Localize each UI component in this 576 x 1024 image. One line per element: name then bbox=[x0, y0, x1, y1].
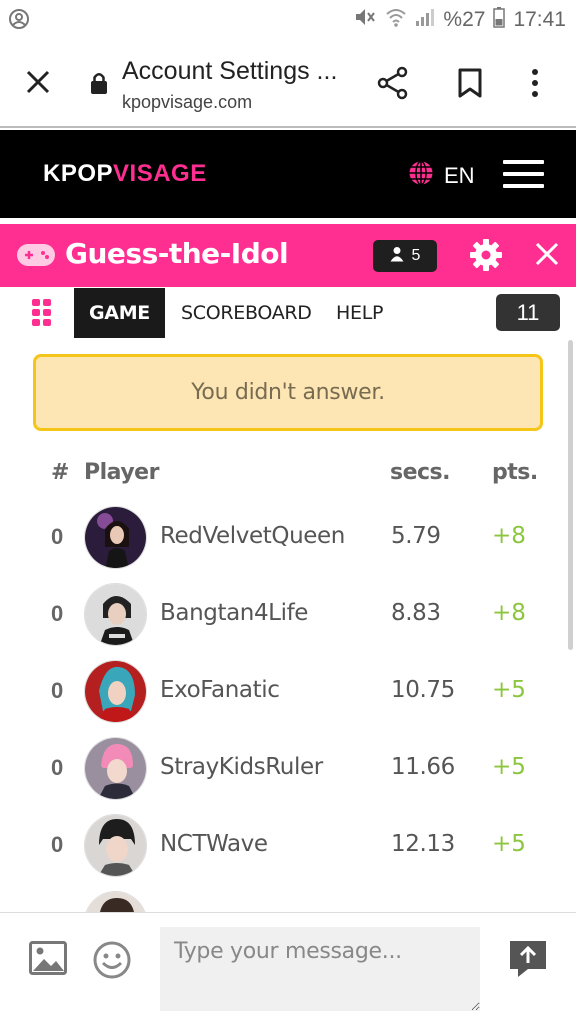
game-title: Guess-the-Idol bbox=[65, 237, 289, 270]
tab-game[interactable]: GAME bbox=[74, 288, 165, 338]
globe-icon bbox=[408, 160, 434, 192]
chat-message-input[interactable] bbox=[160, 927, 480, 1011]
account-circle-icon bbox=[8, 8, 30, 35]
player-points: +5 bbox=[492, 754, 526, 780]
scoreboard-row: 0 RedVelvetQueen 5.79 +8 bbox=[0, 503, 576, 573]
column-header-rank: # bbox=[51, 460, 69, 485]
column-header-pts: pts. bbox=[492, 460, 538, 485]
gamepad-icon bbox=[16, 242, 56, 273]
send-message-icon[interactable] bbox=[508, 939, 548, 984]
column-header-player: Player bbox=[84, 460, 159, 485]
player-points: +5 bbox=[492, 831, 526, 857]
answer-status-banner: You didn't answer. bbox=[33, 354, 543, 431]
page-url[interactable]: kpopvisage.com bbox=[122, 92, 252, 113]
page-title: Account Settings ... bbox=[122, 57, 338, 85]
status-bar: %27 17:41 bbox=[0, 0, 576, 40]
scoreboard-row: 0 StrayKidsRuler 11.66 +5 bbox=[0, 734, 576, 804]
player-time: 5.79 bbox=[391, 523, 441, 549]
player-rank: 0 bbox=[51, 832, 64, 857]
player-time: 8.83 bbox=[391, 600, 441, 626]
battery-icon bbox=[493, 6, 506, 34]
player-points: +5 bbox=[492, 677, 526, 703]
site-logo[interactable]: KPOPVISAGE bbox=[43, 160, 207, 188]
player-points: +8 bbox=[492, 600, 526, 626]
player-name: NCTWave bbox=[160, 831, 268, 857]
clock-time: 17:41 bbox=[513, 8, 566, 31]
game-header: Guess-the-Idol 5 bbox=[0, 224, 576, 287]
site-header: KPOPVISAGE EN bbox=[0, 130, 576, 218]
mute-icon bbox=[353, 6, 377, 34]
player-time: 10.75 bbox=[391, 677, 455, 703]
lock-icon bbox=[90, 71, 108, 100]
apps-grid-icon[interactable] bbox=[32, 299, 52, 332]
avatar[interactable] bbox=[84, 660, 147, 723]
signal-icon bbox=[415, 7, 435, 33]
scoreboard-row: 0 NCTWave 12.13 +5 bbox=[0, 811, 576, 881]
avatar[interactable] bbox=[84, 737, 147, 800]
column-header-secs: secs. bbox=[390, 460, 451, 485]
scoreboard-row: 0 Bangtan4Life 8.83 +8 bbox=[0, 580, 576, 650]
avatar[interactable] bbox=[84, 583, 147, 646]
scoreboard-row: 0 ExoFanatic 10.75 +5 bbox=[0, 657, 576, 727]
share-icon[interactable] bbox=[376, 66, 410, 105]
avatar[interactable] bbox=[84, 506, 147, 569]
player-time: 11.66 bbox=[391, 754, 455, 780]
player-time: 12.13 bbox=[391, 831, 455, 857]
player-rank: 0 bbox=[51, 601, 64, 626]
close-tab-icon[interactable] bbox=[24, 68, 52, 101]
user-icon bbox=[390, 246, 404, 267]
browser-toolbar: Account Settings ... kpopvisage.com bbox=[0, 40, 576, 128]
avatar[interactable] bbox=[84, 814, 147, 877]
player-rank: 0 bbox=[51, 524, 64, 549]
player-name: StrayKidsRuler bbox=[160, 754, 323, 780]
chat-bar bbox=[0, 912, 576, 1024]
game-tabs: GAME SCOREBOARD HELP 11 bbox=[0, 288, 576, 340]
language-label: EN bbox=[444, 163, 475, 188]
language-selector[interactable]: EN bbox=[408, 160, 475, 192]
gear-icon[interactable] bbox=[469, 238, 503, 277]
player-name: RedVelvetQueen bbox=[160, 523, 345, 549]
close-game-icon[interactable] bbox=[535, 242, 559, 271]
tab-scoreboard[interactable]: SCOREBOARD bbox=[181, 288, 312, 338]
player-name: ExoFanatic bbox=[160, 677, 280, 703]
bookmark-icon[interactable] bbox=[457, 68, 483, 103]
tab-help[interactable]: HELP bbox=[336, 288, 383, 338]
player-rank: 0 bbox=[51, 678, 64, 703]
emoji-icon[interactable] bbox=[93, 941, 131, 984]
player-rank: 0 bbox=[51, 755, 64, 780]
player-count: 5 bbox=[411, 247, 421, 264]
round-timer: 11 bbox=[496, 294, 560, 331]
player-count-badge[interactable]: 5 bbox=[373, 240, 437, 272]
player-points: +8 bbox=[492, 523, 526, 549]
battery-percent: %27 bbox=[443, 8, 486, 31]
menu-icon[interactable] bbox=[503, 160, 544, 196]
player-name: Bangtan4Life bbox=[160, 600, 309, 626]
wifi-icon bbox=[385, 7, 407, 33]
more-options-icon[interactable] bbox=[530, 68, 540, 103]
image-upload-icon[interactable] bbox=[29, 941, 67, 980]
